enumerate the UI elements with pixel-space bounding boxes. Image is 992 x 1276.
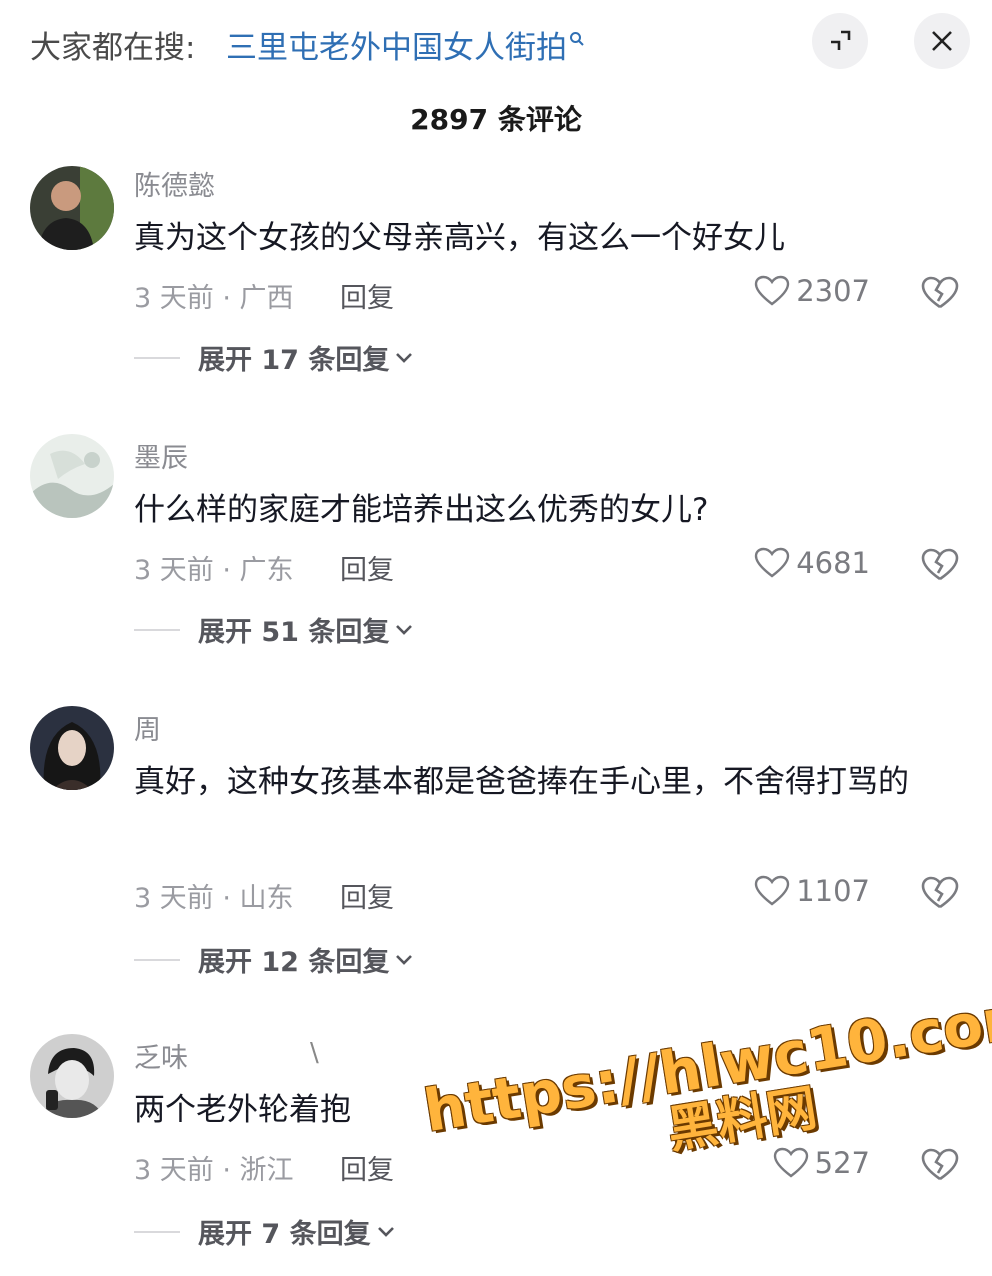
search-suggestion-link[interactable]: 三里屯老外中国女人街拍 [226,22,585,67]
heart-icon [773,1147,808,1178]
search-icon [570,31,584,46]
username[interactable]: 周 [134,708,161,747]
expand-label: 展开 17 条回复 [198,345,390,376]
heart-icon [754,547,790,578]
avatar[interactable] [30,1034,114,1118]
divider-line [134,958,180,961]
expand-replies-button[interactable]: 展开 17 条回复 [134,338,413,377]
comment-text: 真好，这种女孩基本都是爸爸捧在手心里，不舍得打骂的 [134,764,909,800]
collapse-icon [831,30,851,50]
avatar[interactable] [30,706,114,790]
expand-replies-button[interactable]: 展开 12 条回复 [134,940,413,979]
search-term-text: 三里屯老外中国女人街拍 [226,30,567,66]
like-count: 1107 [796,874,870,908]
like-count: 2307 [796,274,870,308]
top-bar: 大家都在搜: 三里屯老外中国女人街拍 [0,0,992,88]
avatar[interactable] [30,434,114,518]
expand-replies-button[interactable]: 展开 7 条回复 [134,1212,395,1251]
dislike-button[interactable] [920,548,960,586]
divider-line [134,1230,180,1233]
dislike-button[interactable] [920,1148,960,1186]
expand-replies-button[interactable]: 展开 51 条回复 [134,610,413,649]
chevron-down-icon [396,624,413,635]
heart-icon [754,875,790,906]
stray-mark: \ [310,1038,319,1068]
dislike-button[interactable] [920,876,960,914]
like-button[interactable]: 4681 [754,546,870,580]
reply-button[interactable]: 回复 [340,548,394,587]
expand-label: 展开 7 条回复 [198,1219,371,1250]
reply-button[interactable]: 回复 [340,1148,394,1187]
close-button[interactable] [914,13,970,69]
avatar[interactable] [30,166,114,250]
broken-heart-icon [921,1148,959,1181]
dislike-button[interactable] [920,276,960,314]
comment-meta: 3 天前 · 浙江 [134,1155,294,1186]
comment-text: 什么样的家庭才能培养出这么优秀的女儿? [134,492,709,528]
heart-icon [754,275,790,306]
chevron-down-icon [396,352,413,363]
username[interactable]: 乏味 [134,1036,188,1075]
chevron-down-icon [396,954,413,965]
username[interactable]: 陈德懿 [134,164,215,203]
divider-line [134,356,180,359]
divider-line [134,628,180,631]
username[interactable]: 墨辰 [134,436,188,475]
broken-heart-icon [921,876,959,909]
close-icon [932,31,952,51]
like-button[interactable]: 1107 [754,874,870,908]
expand-label: 展开 51 条回复 [198,617,390,648]
reply-button[interactable]: 回复 [340,276,394,315]
comment-item: 墨辰 什么样的家庭才能培养出这么优秀的女儿? 3 天前 · 广东 回复 4681… [0,432,992,672]
broken-heart-icon [921,276,959,309]
comment-item: 陈德懿 真为这个女孩的父母亲高兴，有这么一个好女儿 3 天前 · 广西 回复 2… [0,160,992,400]
reply-button[interactable]: 回复 [340,876,394,915]
comment-meta: 3 天前 · 广东 [134,555,294,586]
collapse-button[interactable] [812,13,868,69]
like-button[interactable]: 2307 [754,274,870,308]
chevron-down-icon [377,1226,394,1237]
comment-meta: 3 天前 · 山东 [134,883,294,914]
like-button[interactable]: 527 [773,1146,870,1180]
comment-item: 周 真好，这种女孩基本都是爸爸捧在手心里，不舍得打骂的 3 天前 · 山东 回复… [0,704,992,994]
comment-text: 真为这个女孩的父母亲高兴，有这么一个好女儿 [134,220,785,256]
search-prefix: 大家都在搜: [30,30,196,66]
broken-heart-icon [921,548,959,581]
comment-meta: 3 天前 · 广西 [134,283,294,314]
like-count: 527 [814,1146,870,1180]
like-count: 4681 [796,546,870,580]
expand-label: 展开 12 条回复 [198,947,390,978]
comment-count: 2897 条评论 [410,103,582,136]
